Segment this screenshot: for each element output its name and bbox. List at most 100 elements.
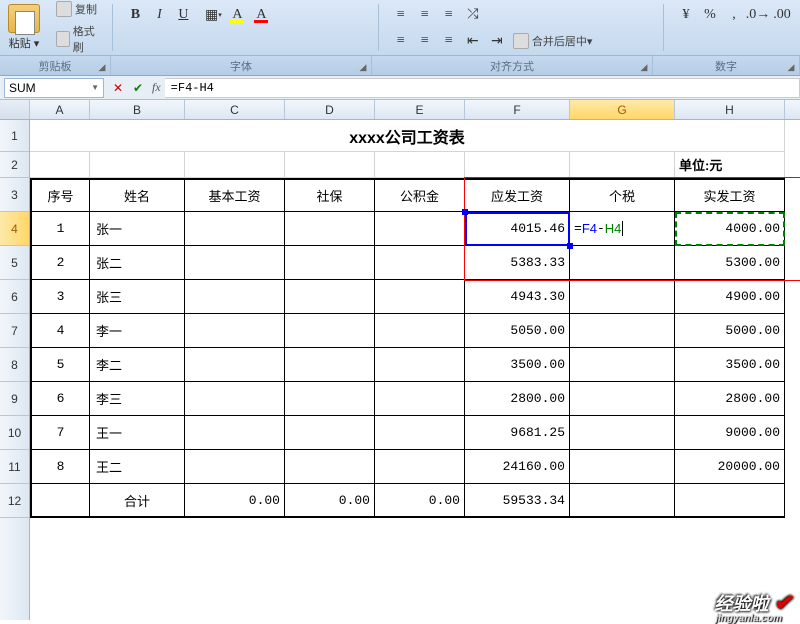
cell-F4[interactable]: 4015.46 <box>465 212 570 246</box>
cancel-formula-button[interactable]: ✕ <box>108 81 128 95</box>
cell-F7[interactable]: 5050.00 <box>465 314 570 348</box>
cell-H9[interactable]: 2800.00 <box>675 382 785 416</box>
cell-B5[interactable]: 张二 <box>90 246 185 280</box>
align-right-button[interactable]: ≡ <box>438 30 460 52</box>
cell-D12[interactable]: 0.00 <box>285 484 375 518</box>
row-header-10[interactable]: 10 <box>0 416 29 450</box>
cell-F10[interactable]: 9681.25 <box>465 416 570 450</box>
name-box[interactable]: SUM ▼ <box>4 78 104 98</box>
cell-H5[interactable]: 5300.00 <box>675 246 785 280</box>
col-header-F[interactable]: F <box>465 100 570 119</box>
cell-A8[interactable]: 5 <box>30 348 90 382</box>
cell-H12[interactable] <box>675 484 785 518</box>
number-launcher[interactable]: ◢ <box>785 61 797 73</box>
cell-C11[interactable] <box>185 450 285 484</box>
cell-C7[interactable] <box>185 314 285 348</box>
indent-dec-button[interactable]: ⇤ <box>462 30 484 52</box>
cell-H3[interactable]: 实发工资 <box>675 178 785 212</box>
align-center-button[interactable]: ≡ <box>414 30 436 52</box>
increase-decimal-button[interactable]: .0→ <box>747 4 769 26</box>
row-header-11[interactable]: 11 <box>0 450 29 484</box>
cell-E3[interactable]: 公积金 <box>375 178 465 212</box>
cell-H4[interactable]: 4000.00 <box>675 212 785 246</box>
merge-center-button[interactable]: 合并后居中 ▾ <box>509 31 597 51</box>
row-header-1[interactable]: 1 <box>0 120 29 152</box>
cell-B11[interactable]: 王二 <box>90 450 185 484</box>
cell-F3[interactable]: 应发工资 <box>465 178 570 212</box>
cell-E7[interactable] <box>375 314 465 348</box>
cell-G5[interactable] <box>570 246 675 280</box>
cell-B12[interactable]: 合计 <box>90 484 185 518</box>
enter-formula-button[interactable]: ✔ <box>128 81 148 95</box>
cell-C4[interactable] <box>185 212 285 246</box>
orientation-button[interactable]: ⤮ <box>462 4 484 26</box>
cell-G8[interactable] <box>570 348 675 382</box>
cell-B3[interactable]: 姓名 <box>90 178 185 212</box>
cell-H11[interactable]: 20000.00 <box>675 450 785 484</box>
cell-H6[interactable]: 4900.00 <box>675 280 785 314</box>
cell-C3[interactable]: 基本工资 <box>185 178 285 212</box>
cell-D9[interactable] <box>285 382 375 416</box>
align-left-button[interactable]: ≡ <box>390 30 412 52</box>
clipboard-launcher[interactable]: ◢ <box>96 61 108 73</box>
cell-E8[interactable] <box>375 348 465 382</box>
cell-D11[interactable] <box>285 450 375 484</box>
cell-D8[interactable] <box>285 348 375 382</box>
cell-A6[interactable]: 3 <box>30 280 90 314</box>
row-header-5[interactable]: 5 <box>0 246 29 280</box>
row-header-8[interactable]: 8 <box>0 348 29 382</box>
cell-A3[interactable]: 序号 <box>30 178 90 212</box>
cell-E6[interactable] <box>375 280 465 314</box>
cell-G3[interactable]: 个税 <box>570 178 675 212</box>
col-header-B[interactable]: B <box>90 100 185 119</box>
cell-D3[interactable]: 社保 <box>285 178 375 212</box>
cell-A5[interactable]: 2 <box>30 246 90 280</box>
cell-E11[interactable] <box>375 450 465 484</box>
bold-button[interactable]: B <box>124 4 146 26</box>
chevron-down-icon[interactable]: ▼ <box>91 83 99 92</box>
cell-G9[interactable] <box>570 382 675 416</box>
cell-G7[interactable] <box>570 314 675 348</box>
cell-F6[interactable]: 4943.30 <box>465 280 570 314</box>
cell-F5[interactable]: 5383.33 <box>465 246 570 280</box>
cell-G10[interactable] <box>570 416 675 450</box>
percent-button[interactable]: % <box>699 4 721 26</box>
cell-C9[interactable] <box>185 382 285 416</box>
grid[interactable]: xxxx公司工资表单位:元序号姓名基本工资社保公积金应发工资个税实发工资1张一4… <box>30 120 800 620</box>
cell-C8[interactable] <box>185 348 285 382</box>
cell-B4[interactable]: 张一 <box>90 212 185 246</box>
row-header-4[interactable]: 4 <box>0 212 29 246</box>
font-color-button[interactable]: A <box>250 4 272 26</box>
copy-button[interactable]: 复制 <box>52 0 104 19</box>
currency-button[interactable]: ¥ <box>675 4 697 26</box>
align-middle-button[interactable]: ≡ <box>414 4 436 26</box>
decrease-decimal-button[interactable]: .00 <box>771 4 793 26</box>
cell-A4[interactable]: 1 <box>30 212 90 246</box>
col-header-D[interactable]: D <box>285 100 375 119</box>
cell-A11[interactable]: 8 <box>30 450 90 484</box>
cell-D10[interactable] <box>285 416 375 450</box>
cell-E9[interactable] <box>375 382 465 416</box>
cell-A9[interactable]: 6 <box>30 382 90 416</box>
alignment-launcher[interactable]: ◢ <box>638 61 650 73</box>
col-header-C[interactable]: C <box>185 100 285 119</box>
cell-H8[interactable]: 3500.00 <box>675 348 785 382</box>
cell-D6[interactable] <box>285 280 375 314</box>
indent-inc-button[interactable]: ⇥ <box>486 30 508 52</box>
align-top-button[interactable]: ≡ <box>390 4 412 26</box>
cell-B10[interactable]: 王一 <box>90 416 185 450</box>
cell-G11[interactable] <box>570 450 675 484</box>
cell-D4[interactable] <box>285 212 375 246</box>
cell-A10[interactable]: 7 <box>30 416 90 450</box>
cell-B9[interactable]: 李三 <box>90 382 185 416</box>
align-bottom-button[interactable]: ≡ <box>438 4 460 26</box>
paste-button[interactable]: 粘贴 ▾ <box>2 2 46 53</box>
cell-H10[interactable]: 9000.00 <box>675 416 785 450</box>
cell-D5[interactable] <box>285 246 375 280</box>
border-button[interactable]: ▦▾ <box>202 4 224 26</box>
cell-E5[interactable] <box>375 246 465 280</box>
col-header-A[interactable]: A <box>30 100 90 119</box>
cell-C5[interactable] <box>185 246 285 280</box>
italic-button[interactable]: I <box>148 4 170 26</box>
comma-button[interactable]: , <box>723 4 745 26</box>
